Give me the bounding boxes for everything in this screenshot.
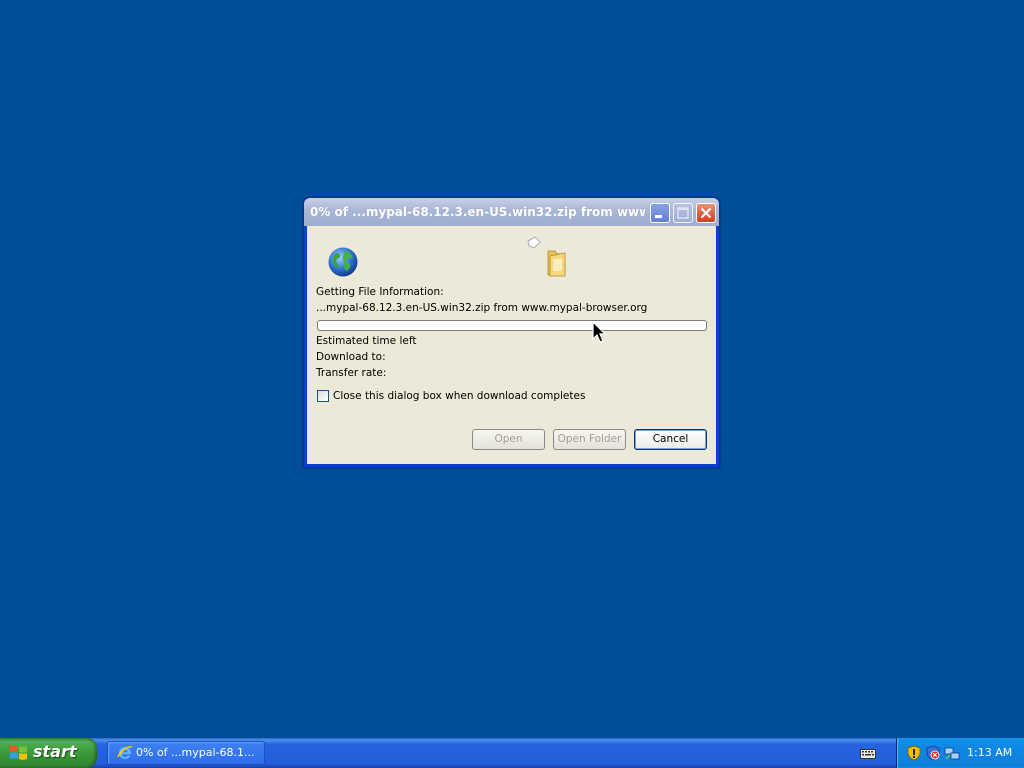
taskbar-item-download[interactable]: 0% of ...mypal-68.1... — [107, 741, 265, 765]
internet-explorer-icon — [117, 746, 133, 759]
download-to-label: Download to: — [316, 351, 386, 363]
security-alert-icon[interactable] — [925, 745, 941, 761]
close-button[interactable] — [696, 203, 716, 223]
keyboard-icon[interactable] — [860, 746, 876, 760]
maximize-icon — [677, 207, 689, 219]
status-label: Getting File Information: — [316, 286, 444, 298]
network-icon[interactable] — [944, 745, 960, 761]
taskbar: start 0% of ...mypal-68.1... 1:13 AM — [0, 738, 1024, 768]
maximize-button — [673, 203, 693, 223]
globe-icon — [328, 247, 358, 277]
close-on-complete-label[interactable]: Close this dialog box when download comp… — [333, 390, 585, 402]
folder-icon — [547, 250, 566, 277]
download-dialog: 0% of ...mypal-68.12.3.en-US.win32.zip f… — [303, 197, 720, 468]
mouse-cursor-icon — [592, 321, 607, 343]
cancel-button[interactable]: Cancel — [634, 429, 707, 450]
download-progress-bar — [317, 320, 707, 331]
start-button[interactable]: start — [0, 738, 97, 768]
dialog-titlebar[interactable]: 0% of ...mypal-68.12.3.en-US.win32.zip f… — [304, 198, 719, 226]
system-tray: 1:13 AM — [896, 738, 1024, 768]
file-name-text: ...mypal-68.12.3.en-US.win32.zip from ww… — [316, 302, 648, 314]
windows-flag-icon — [10, 745, 27, 760]
security-shield-icon[interactable] — [906, 745, 922, 761]
start-label: start — [33, 742, 77, 761]
taskbar-clock: 1:13 AM — [967, 746, 1013, 759]
close-on-complete-checkbox[interactable] — [317, 390, 329, 402]
estimated-time-label: Estimated time left — [316, 335, 417, 347]
flying-paper-icon — [527, 236, 541, 249]
minimize-icon — [655, 215, 662, 218]
dialog-body: Getting File Information: ...mypal-68.12… — [307, 226, 716, 464]
taskbar-item-label: 0% of ...mypal-68.1... — [136, 746, 255, 759]
transfer-rate-label: Transfer rate: — [316, 367, 387, 379]
dialog-title: 0% of ...mypal-68.12.3.en-US.win32.zip f… — [310, 205, 645, 219]
minimize-button[interactable] — [650, 203, 670, 223]
close-icon — [700, 207, 712, 219]
open-folder-button[interactable]: Open Folder — [553, 429, 626, 450]
open-button[interactable]: Open — [472, 429, 545, 450]
